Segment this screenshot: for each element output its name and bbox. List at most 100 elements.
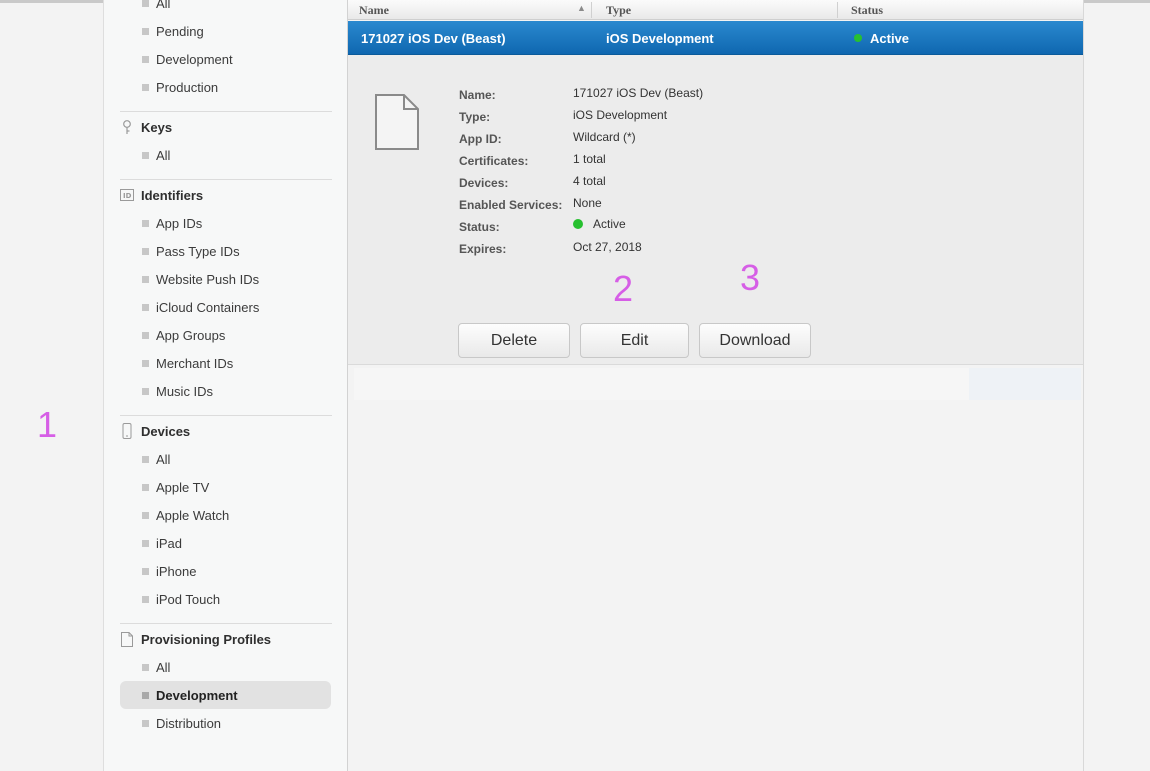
device-icon [120,423,134,439]
sidebar-section-devices: Devices [120,419,331,443]
sidebar-item-label: Merchant IDs [156,355,234,371]
bullet-icon [142,567,149,575]
label-certificates: Certificates: [459,154,529,168]
sidebar-item-profiles-distribution[interactable]: Distribution [120,710,331,736]
sidebar-item-ipad[interactable]: iPad [120,530,331,556]
document-icon [120,631,134,647]
column-header-status[interactable]: Status [851,0,883,20]
sidebar-item-profiles-all[interactable]: All [120,654,331,680]
bullet-icon [142,719,149,727]
bullet-icon [142,219,149,227]
sidebar-item-devices-all[interactable]: All [120,446,331,472]
section-title: Identifiers [141,187,204,203]
sidebar-item-label: Music IDs [156,383,214,399]
sidebar-item-label: All [156,659,171,675]
column-separator [591,2,592,18]
value-enabled-services: None [573,196,602,210]
sidebar-item-app-ids[interactable]: App IDs [120,210,331,236]
sidebar-item-label: All [156,0,171,11]
content-right-border [1083,0,1084,771]
bullet-icon [142,55,149,63]
label-type: Type: [459,110,491,124]
sidebar-divider [120,111,332,112]
sidebar-item-pass-type-ids[interactable]: Pass Type IDs [120,238,331,264]
bullet-icon [142,359,149,367]
sidebar-item-label: Pass Type IDs [156,243,240,259]
id-icon: ID [120,187,134,203]
table-row-selected[interactable]: 171027 iOS Dev (Beast) iOS Development A… [348,21,1083,55]
sidebar-item-ipod-touch[interactable]: iPod Touch [120,586,331,612]
label-name: Name: [459,88,496,102]
bullet-icon [142,511,149,519]
sidebar-divider [120,623,332,624]
key-icon [120,119,134,135]
annotation-1: 1 [37,404,58,445]
value-certificates: 1 total [573,152,606,166]
bullet-icon [142,663,149,671]
value-type: iOS Development [573,108,668,122]
sidebar-item-label: Development [156,51,233,67]
sidebar-item-label: All [156,147,171,163]
sidebar-item-apple-tv[interactable]: Apple TV [120,474,331,500]
sidebar-item-all[interactable]: All [120,0,331,16]
sidebar-item-apple-watch[interactable]: Apple Watch [120,502,331,528]
sidebar-item-label: Production [156,79,219,95]
sidebar-item-pending[interactable]: Pending [120,18,331,44]
bullet-icon [142,27,149,35]
sidebar-item-merchant-ids[interactable]: Merchant IDs [120,350,331,376]
edit-button[interactable]: Edit [580,323,689,358]
profile-document-icon [375,94,419,150]
download-button[interactable]: Download [699,323,811,358]
bullet-icon [142,595,149,603]
table-header: Name ▲ Type Status [348,0,1083,20]
sidebar-item-label: All [156,451,171,467]
profile-detail-panel: Name: Type: App ID: Certificates: Device… [348,55,1083,365]
sidebar-item-label: Apple Watch [156,507,230,523]
empty-list-area [354,368,969,400]
sidebar-item-development-cert[interactable]: Development [120,46,331,72]
bullet-icon [142,83,149,91]
value-status-label: Active [593,217,626,231]
sidebar-item-label: App IDs [156,215,203,231]
bullet-icon [142,0,149,7]
delete-button[interactable]: Delete [458,323,570,358]
sidebar-item-website-push-ids[interactable]: Website Push IDs [120,266,331,292]
label-expires: Expires: [459,242,507,256]
sidebar-item-label: Distribution [156,715,222,731]
bullet-icon [142,483,149,491]
sidebar-item-keys-all[interactable]: All [120,142,331,168]
sidebar-section-provisioning-profiles: Provisioning Profiles [120,627,331,651]
row-status-label: Active [870,30,910,46]
sidebar-item-profiles-development[interactable]: Development [120,681,331,709]
bullet-icon [142,275,149,283]
column-header-type[interactable]: Type [606,0,631,20]
sidebar-item-production[interactable]: Production [120,74,331,100]
value-expires: Oct 27, 2018 [573,240,642,254]
svg-text:ID: ID [123,192,132,200]
label-devices: Devices: [459,176,509,190]
empty-list-area-right [969,368,1081,400]
section-title: Devices [141,423,191,439]
sidebar-divider [120,415,332,416]
sidebar-item-iphone[interactable]: iPhone [120,558,331,584]
sidebar-item-label: Website Push IDs [156,271,260,287]
bullet-icon [142,247,149,255]
bullet-icon [142,151,149,159]
value-devices: 4 total [573,174,606,188]
sort-ascending-icon[interactable]: ▲ [577,3,586,13]
value-status: Active [573,217,626,231]
sidebar-item-label: iPhone [156,563,197,579]
annotation-2: 2 [613,268,634,309]
sidebar-item-music-ids[interactable]: Music IDs [120,378,331,404]
sidebar-item-icloud-containers[interactable]: iCloud Containers [120,294,331,320]
sidebar-item-label: Apple TV [156,479,210,495]
sidebar-item-app-groups[interactable]: App Groups [120,322,331,348]
sidebar-item-label: Pending [156,23,204,39]
row-status: Active [854,21,909,55]
sidebar-item-label: iPad [156,535,183,551]
column-header-name[interactable]: Name [359,0,389,20]
sidebar-item-label: Development [156,687,238,703]
label-enabled-services: Enabled Services: [459,198,563,212]
column-separator [837,2,838,18]
row-name: 171027 iOS Dev (Beast) [361,30,506,46]
